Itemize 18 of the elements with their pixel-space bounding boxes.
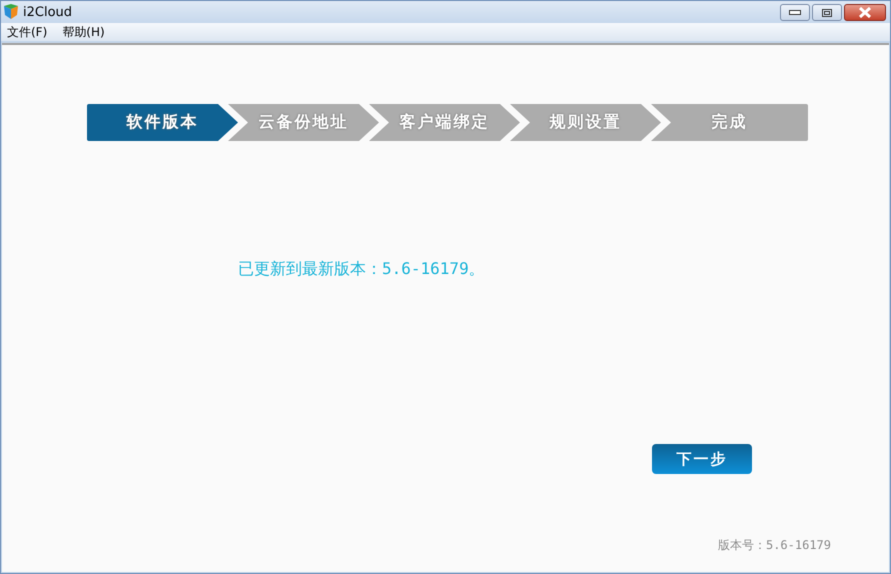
minimize-icon: [789, 10, 801, 15]
next-button[interactable]: 下一步: [652, 444, 752, 474]
wizard-step: 完成: [651, 104, 808, 141]
wizard-step: 客户端绑定: [369, 104, 520, 141]
wizard-step: 规则设置: [510, 104, 661, 141]
maximize-icon: [822, 8, 832, 16]
wizard-step: 软件版本: [87, 104, 238, 141]
menu-item[interactable]: 文件(F): [6, 24, 48, 40]
wizard-step: 云备份地址: [228, 104, 379, 141]
close-icon: [858, 7, 872, 18]
version-label: 版本号：5.6-16179: [718, 537, 831, 554]
app-logo-icon: [3, 4, 19, 20]
maximize-button[interactable]: [812, 4, 842, 21]
status-message: 已更新到最新版本：5.6-16179。: [238, 259, 486, 280]
window-title: i2Cloud: [23, 4, 72, 20]
menu-item[interactable]: 帮助(H): [61, 24, 106, 40]
minimize-button[interactable]: [780, 4, 810, 21]
close-button[interactable]: [844, 4, 886, 21]
